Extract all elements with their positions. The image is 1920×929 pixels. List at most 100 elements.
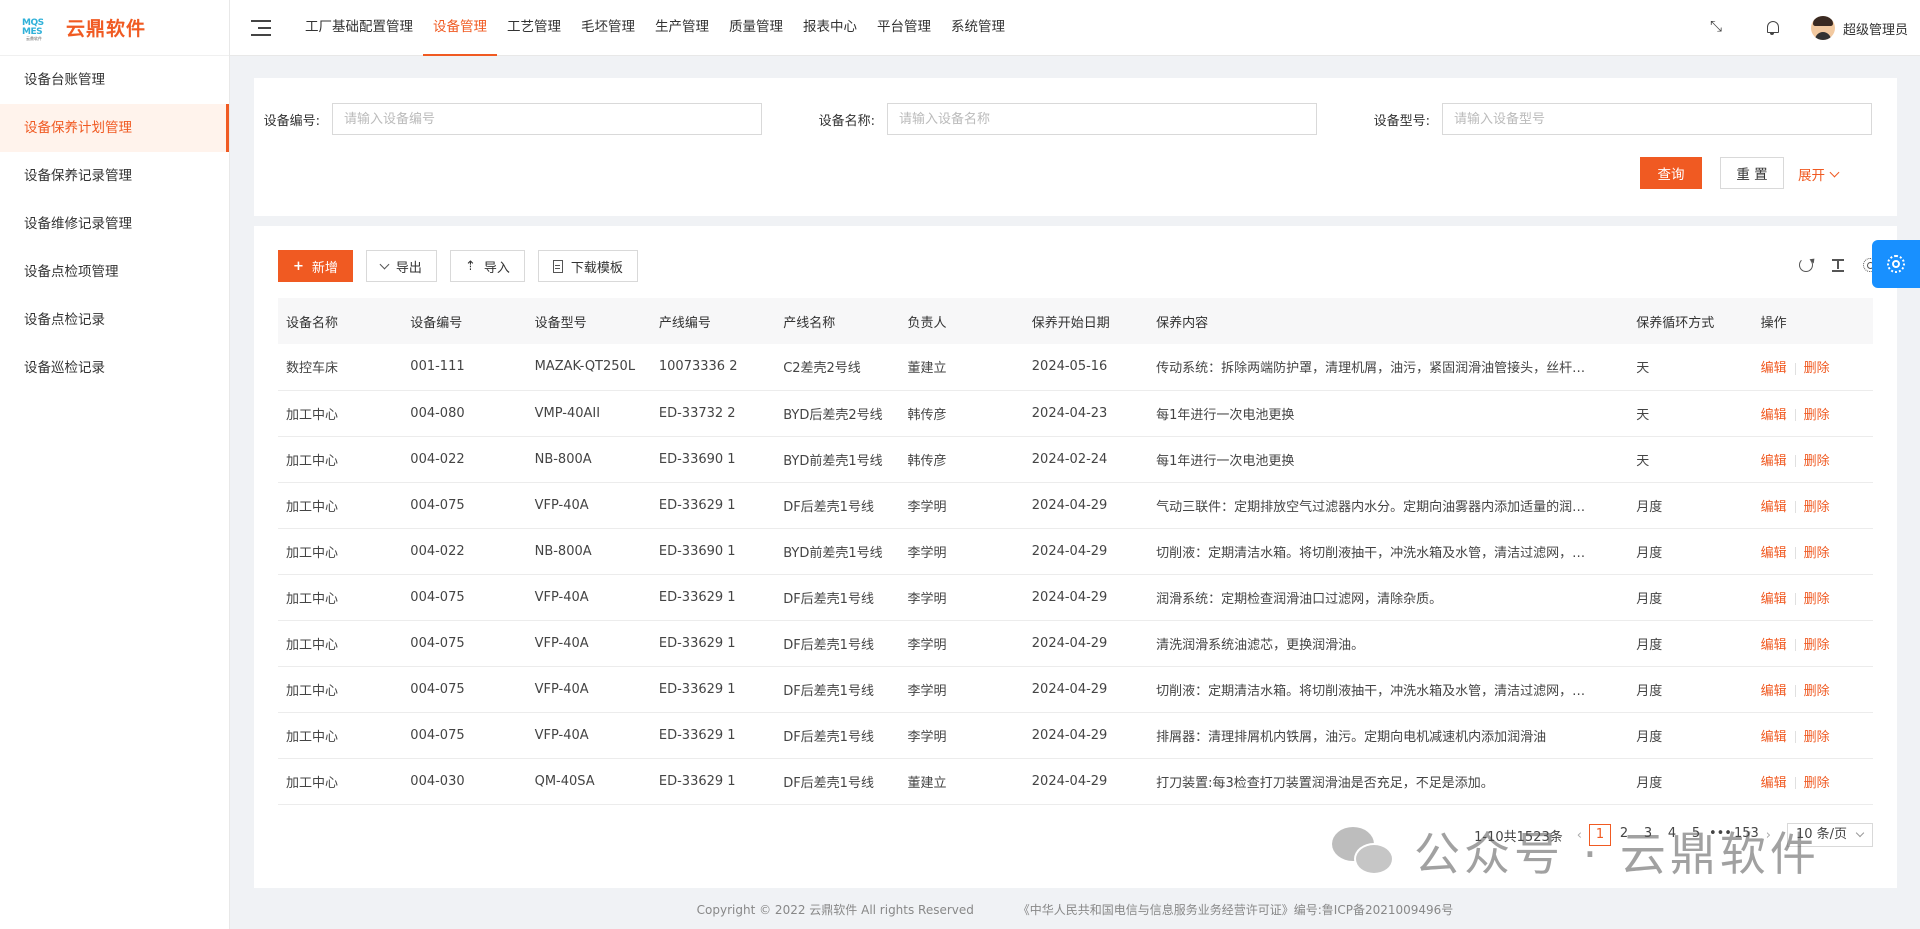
edit-link[interactable]: 编辑: [1761, 776, 1787, 791]
nav-production[interactable]: 生产管理: [645, 0, 719, 56]
sidebar-item-maintenance-plan[interactable]: 设备保养计划管理: [0, 104, 229, 152]
cell-actions: 编辑 删除: [1753, 528, 1873, 574]
device-name-input[interactable]: [887, 103, 1317, 135]
cell-device-model: NB-800A: [534, 543, 592, 559]
cell-line-code: ED-33629 1: [658, 773, 736, 789]
bell-icon[interactable]: [1765, 20, 1779, 36]
cell-line-name: DF后差壳1号线: [783, 775, 874, 791]
avatar[interactable]: [1810, 16, 1835, 40]
action-divider: [1794, 777, 1796, 789]
sidebar-item-repair-record[interactable]: 设备维修记录管理: [0, 200, 229, 248]
delete-link[interactable]: 删除: [1804, 546, 1830, 561]
edit-link[interactable]: 编辑: [1761, 500, 1787, 515]
delete-link[interactable]: 删除: [1804, 592, 1830, 607]
fullscreen-icon[interactable]: [1710, 17, 1725, 35]
download-template-button[interactable]: 下载模板: [537, 250, 638, 282]
menu-fold-icon[interactable]: [251, 19, 271, 36]
cell-line-code: ED-33629 1: [658, 497, 736, 513]
action-divider: [1794, 685, 1796, 697]
nav-blank[interactable]: 毛坯管理: [571, 0, 645, 56]
sidebar-item-device-ledger[interactable]: 设备台账管理: [0, 56, 229, 104]
delete-link[interactable]: 删除: [1804, 638, 1830, 653]
edit-link[interactable]: 编辑: [1761, 454, 1787, 469]
table-panel: + 新增 导出 ⇡ 导入 下载模板 设备名称 设备编号 设备型号 产线编号 产线…: [254, 226, 1897, 888]
cell-device-model: QM-40SA: [534, 773, 595, 789]
cell-device-model: MAZAK-QT250L: [534, 359, 636, 375]
delete-link[interactable]: 删除: [1804, 408, 1830, 423]
page-1[interactable]: 1: [1588, 824, 1611, 846]
delete-link[interactable]: 删除: [1804, 776, 1830, 791]
edit-link[interactable]: 编辑: [1761, 408, 1787, 423]
refresh-icon[interactable]: [1799, 258, 1813, 272]
edit-link[interactable]: 编辑: [1761, 684, 1787, 699]
nav-reports[interactable]: 报表中心: [793, 0, 867, 56]
nav-platform[interactable]: 平台管理: [867, 0, 941, 56]
sidebar-item-inspection-record[interactable]: 设备点检记录: [0, 296, 229, 344]
footer-license[interactable]: 《中华人民共和国电信与信息服务业务经营许可证》编号:鲁ICP备202100949…: [1018, 903, 1454, 917]
export-button[interactable]: 导出: [365, 250, 437, 282]
float-setting-button[interactable]: [1872, 240, 1920, 288]
cell-line-name: C2差壳2号线: [783, 361, 861, 377]
page-size-select[interactable]: 10 条/页: [1787, 823, 1873, 847]
edit-link[interactable]: 编辑: [1761, 730, 1787, 745]
col-start-date: 保养开始日期: [1031, 315, 1110, 331]
cell-actions: 编辑 删除: [1753, 390, 1873, 436]
expand-button[interactable]: 展开: [1798, 164, 1840, 184]
cell-cycle: 天: [1636, 361, 1650, 377]
sidebar: MQS MES 云鼎软件 云鼎软件 设备台账管理 设备保养计划管理 设备保养记录…: [0, 0, 230, 929]
logo[interactable]: MQS MES 云鼎软件 云鼎软件: [0, 0, 229, 56]
pagination-next[interactable]: ›: [1766, 828, 1771, 843]
column-height-icon[interactable]: [1831, 258, 1845, 272]
nav-system[interactable]: 系统管理: [941, 0, 1015, 56]
action-divider: [1794, 547, 1796, 559]
action-divider: [1794, 501, 1796, 513]
device-code-input[interactable]: [332, 103, 762, 135]
device-model-input[interactable]: [1442, 103, 1872, 135]
cell-actions: 编辑 删除: [1753, 620, 1873, 666]
logo-mark-line3: 云鼎软件: [26, 35, 42, 41]
plus-icon: +: [293, 258, 304, 274]
brand-name: 云鼎软件: [66, 18, 147, 40]
cell-actions: 编辑 删除: [1753, 574, 1873, 620]
add-button[interactable]: + 新增: [278, 250, 353, 282]
query-button[interactable]: 查询: [1640, 157, 1702, 189]
cell-start-date: 2024-04-23: [1031, 405, 1108, 421]
cell-cycle: 月度: [1636, 775, 1663, 791]
page-ellipsis[interactable]: •••: [1709, 824, 1732, 846]
cell-content: 气动三联件：定期排放空气过滤器内水分。定期向油雾器内添加适量的润…: [1156, 499, 1586, 515]
nav-factory-config[interactable]: 工厂基础配置管理: [295, 0, 423, 56]
reset-button[interactable]: 重 置: [1720, 157, 1784, 189]
nav-process[interactable]: 工艺管理: [497, 0, 571, 56]
delete-link[interactable]: 删除: [1804, 684, 1830, 699]
page-last[interactable]: 153: [1734, 824, 1759, 846]
delete-link[interactable]: 删除: [1804, 361, 1830, 376]
page-5[interactable]: 5: [1685, 824, 1707, 846]
edit-link[interactable]: 编辑: [1761, 638, 1787, 653]
sidebar-item-patrol-record[interactable]: 设备巡检记录: [0, 344, 229, 392]
edit-link[interactable]: 编辑: [1761, 592, 1787, 607]
page-3[interactable]: 3: [1637, 824, 1659, 846]
cell-line-code: ED-33732 2: [658, 405, 736, 421]
import-button[interactable]: ⇡ 导入: [449, 250, 525, 282]
footer: Copyright © 2022 云鼎软件 All rights Reserve…: [230, 901, 1920, 918]
edit-link[interactable]: 编辑: [1761, 361, 1787, 376]
action-divider: [1794, 639, 1796, 651]
sidebar-item-maintenance-record[interactable]: 设备保养记录管理: [0, 152, 229, 200]
edit-link[interactable]: 编辑: [1761, 546, 1787, 561]
nav-device-management[interactable]: 设备管理: [423, 0, 497, 56]
delete-link[interactable]: 删除: [1804, 500, 1830, 515]
cell-cycle: 月度: [1636, 683, 1663, 699]
delete-link[interactable]: 删除: [1804, 454, 1830, 469]
cell-actions: 编辑 删除: [1753, 666, 1873, 712]
cell-cycle: 天: [1636, 407, 1650, 423]
page-4[interactable]: 4: [1661, 824, 1683, 846]
cell-owner: 董建立: [907, 361, 947, 377]
cell-actions: 编辑 删除: [1753, 758, 1873, 804]
page-2[interactable]: 2: [1613, 824, 1635, 846]
sidebar-item-inspection-item[interactable]: 设备点检项管理: [0, 248, 229, 296]
nav-quality[interactable]: 质量管理: [719, 0, 793, 56]
delete-link[interactable]: 删除: [1804, 730, 1830, 745]
pagination-prev[interactable]: ‹: [1577, 828, 1582, 843]
username[interactable]: 超级管理员: [1843, 19, 1908, 38]
cell-device-code: 004-080: [410, 405, 465, 421]
